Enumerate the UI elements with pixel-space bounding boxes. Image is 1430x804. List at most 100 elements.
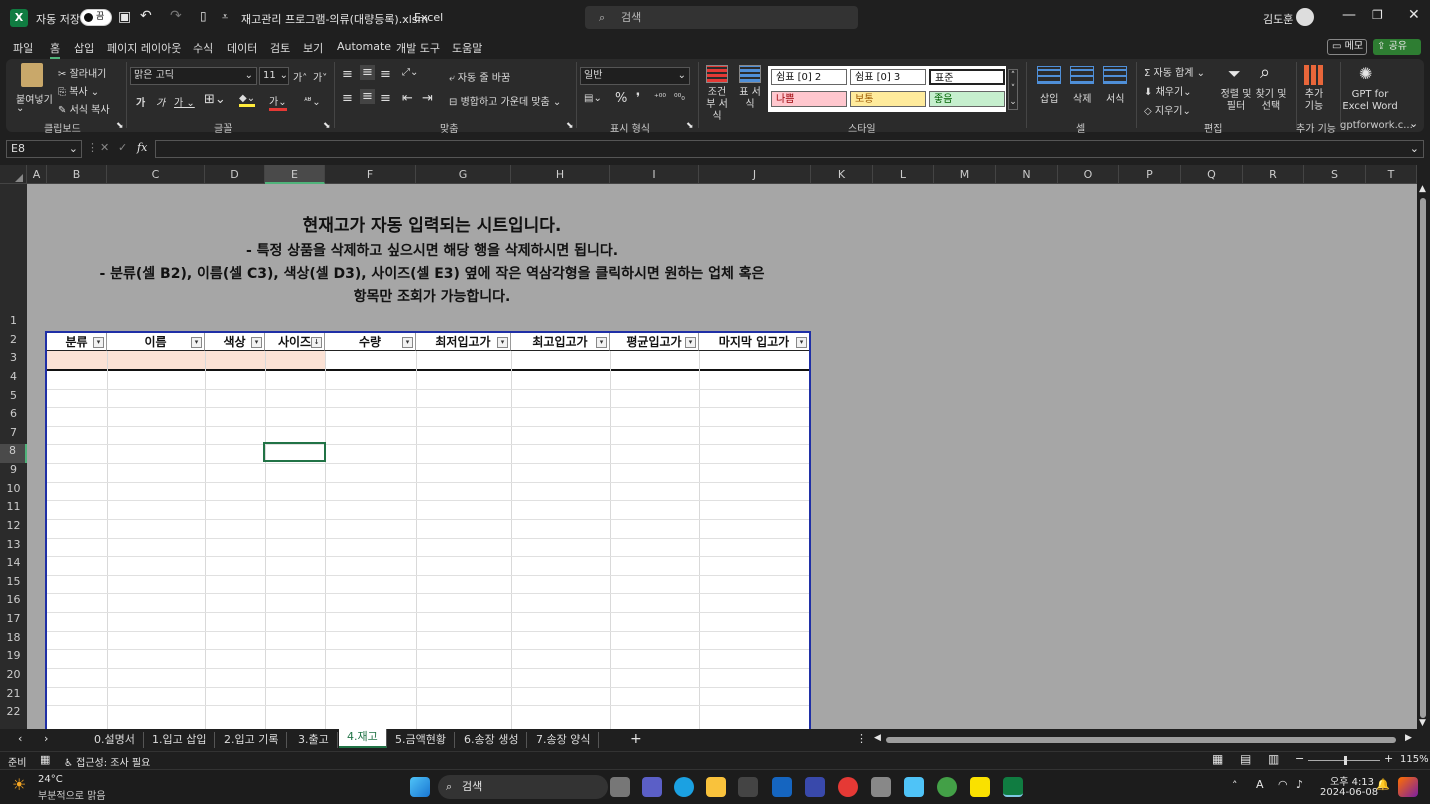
header-last-price[interactable]: 마지막 입고가 ▾ [699,333,809,351]
vertical-scrollbar[interactable]: ▲ ▼ [1417,184,1430,729]
style-comma0-2[interactable]: 쉼표 [0] 2 [771,69,847,85]
menu-review[interactable]: 검토 [270,40,290,56]
copilot-icon[interactable] [1398,777,1418,797]
font-launcher-icon[interactable]: ⬊ [323,121,331,131]
format-cells-button[interactable]: 서식 [1106,90,1124,105]
col-header[interactable]: S [1304,165,1366,184]
menu-file[interactable]: 파일 [13,40,33,56]
col-header[interactable]: Q [1181,165,1243,184]
conditional-format-icon[interactable] [706,65,728,83]
clipboard-launcher-icon[interactable]: ⬊ [116,121,124,131]
filter-dropdown-icon[interactable]: ▾ [685,337,696,348]
col-header[interactable]: C [107,165,205,184]
comma-icon[interactable]: ❜ [636,91,640,106]
active-cell-e8[interactable] [263,442,326,462]
row-header[interactable]: 2 [0,333,27,352]
clock-time[interactable]: 오후 4:13 [1330,773,1374,788]
ime-icon[interactable]: A [1256,778,1264,791]
header-name[interactable]: 이름 ▾ [107,333,205,351]
row-header[interactable]: 3 [0,351,27,370]
menu-automate[interactable]: Automate [337,40,391,53]
conditional-format-button[interactable]: 조건부 서식 [704,87,730,123]
autosave-toggle[interactable]: 끔 [80,9,112,26]
scroll-up-icon[interactable]: ▲ [1419,184,1426,194]
orientation-icon[interactable]: ⤢⌄ [402,67,418,78]
minimize-icon[interactable]: — [1342,7,1356,23]
merge-center-button[interactable]: ⊟ 병합하고 가운데 맞춤 ⌄ [449,93,561,108]
menu-developer[interactable]: 개발 도구 [396,40,440,56]
next-sheet-icon[interactable]: › [44,732,48,745]
weather-temp[interactable]: 24°C [38,774,63,785]
row-header[interactable]: 19 [0,649,27,668]
macro-record-icon[interactable]: ▦ [40,753,50,766]
delete-cells-button[interactable]: 삭제 [1073,90,1091,105]
alignment-launcher-icon[interactable]: ⬊ [566,121,574,131]
menu-home[interactable]: 홈 [50,40,61,59]
header-max-price[interactable]: 최고입고가 ▾ [511,333,610,351]
align-right-icon[interactable]: ≡ [380,91,391,106]
wifi-icon[interactable]: ◠ [1278,778,1288,791]
accounting-icon[interactable]: ▤⌄ [584,93,602,104]
new-file-icon[interactable]: ▯ [200,9,207,23]
edge-icon[interactable] [674,777,694,797]
teams-icon[interactable] [642,777,662,797]
col-header[interactable]: G [416,165,511,184]
row-header[interactable]: 22 [0,705,27,724]
increase-indent-icon[interactable]: ⇥ [422,91,433,106]
gpt-icon[interactable]: ✺ [1359,64,1372,83]
row-header[interactable]: 20 [0,668,27,687]
col-header[interactable]: R [1243,165,1304,184]
col-header[interactable]: B [47,165,107,184]
page-layout-view-icon[interactable]: ▤ [1240,752,1251,766]
weather-icon[interactable]: ☀ [12,775,26,794]
tray-overflow-icon[interactable]: ˄ [1232,779,1238,792]
horizontal-scrollbar[interactable] [886,737,1396,743]
style-normal[interactable]: 표준 [929,69,1005,85]
col-header[interactable]: N [996,165,1058,184]
row-header[interactable]: 15 [0,575,27,594]
row-header[interactable]: 13 [0,538,27,557]
filter-dropdown-icon[interactable]: ▾ [497,337,508,348]
col-header[interactable]: J [699,165,811,184]
styles-scroll-icon[interactable]: ˄ ˅ ⌄ [1008,69,1018,110]
volume-icon[interactable]: ♪ [1296,778,1303,791]
collapse-ribbon-icon[interactable]: ⌄ [1409,117,1418,130]
italic-icon[interactable]: 가 [156,94,165,109]
menu-formulas[interactable]: 수식 [193,40,213,56]
col-header-selected[interactable]: E [265,165,325,184]
tab-splitter-icon[interactable]: ⋮ [856,732,867,745]
zoom-slider-thumb[interactable] [1344,756,1347,765]
sheet-tab-active[interactable]: 4.재고 [339,729,387,748]
gpt-button[interactable]: GPT for Excel Word [1342,89,1398,113]
header-color[interactable]: 색상 ▾ [205,333,265,351]
share-button[interactable]: ⇪ 공유 [1373,39,1421,55]
number-launcher-icon[interactable]: ⬊ [686,121,694,131]
cut-button[interactable]: ✂ 잘라내기 [58,65,106,80]
header-min-price[interactable]: 최저입고가 ▾ [416,333,511,351]
sheet-tab[interactable]: 3.출고 [290,732,338,748]
filter-dropdown-icon[interactable]: ▾ [796,337,807,348]
memo-button[interactable]: ▭ 메모 [1327,39,1367,55]
row-header[interactable]: 4 [0,370,27,389]
col-header[interactable]: O [1058,165,1119,184]
col-header[interactable]: F [325,165,416,184]
align-top-icon[interactable]: ≡ [342,67,353,82]
task-view-icon[interactable] [610,777,630,797]
cancel-formula-icon[interactable]: ✕ [100,141,109,154]
col-header[interactable]: M [934,165,996,184]
addins-button[interactable]: 추가 기능 [1302,89,1326,113]
filter-dropdown-icon[interactable]: ▾ [402,337,413,348]
col-header[interactable]: I [610,165,699,184]
clock-date[interactable]: 2024-06-08 [1320,787,1378,798]
sort-filter-button[interactable]: 정렬 및 필터 [1219,89,1253,113]
sheet-tab[interactable]: 1.입고 삽입 [144,732,216,748]
explorer-icon[interactable] [706,777,726,797]
user-name[interactable]: 김도훈 [1263,11,1293,27]
accessibility-status[interactable]: ♿ 접근성: 조사 필요 [64,754,150,769]
copy-button[interactable]: ⎘ 복사 ⌄ [58,83,99,98]
sort-ascending-icon[interactable]: ↓ [311,337,322,348]
menu-data[interactable]: 데이터 [227,40,257,56]
fill-button[interactable]: ⬇ 채우기⌄ [1144,83,1192,98]
phonetic-icon[interactable]: ᄲ⌄ [303,93,321,108]
store-icon[interactable] [738,777,758,797]
